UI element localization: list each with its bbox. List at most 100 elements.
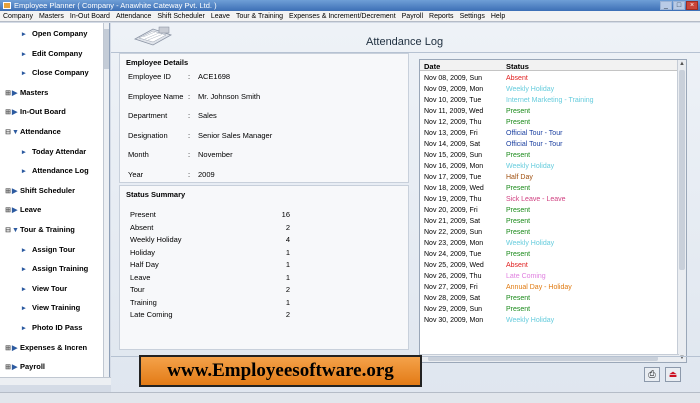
date-cell: Nov 30, 2009, Mon bbox=[424, 317, 484, 324]
status-cell: Present bbox=[506, 218, 531, 225]
sidebar-item-view-tour[interactable]: ▸ View Tour bbox=[0, 281, 104, 297]
expand-icon[interactable]: ⊞ bbox=[4, 203, 12, 218]
table-row[interactable]: Nov 23, 2009, Mon Weekly Holiday bbox=[420, 238, 679, 249]
table-row[interactable]: Nov 28, 2009, Sat Present bbox=[420, 293, 679, 304]
summary-row-late-coming: Late Coming 2 bbox=[130, 310, 290, 320]
column-header-status[interactable]: Status bbox=[506, 62, 529, 71]
sidebar-item-in-out-board[interactable]: ⊞▶ In-Out Board bbox=[0, 104, 104, 120]
table-row[interactable]: Nov 12, 2009, Thu Present bbox=[420, 117, 679, 128]
printer-icon[interactable]: ⎙ bbox=[644, 367, 660, 382]
minimize-icon[interactable]: _ bbox=[660, 1, 672, 10]
table-row[interactable]: Nov 29, 2009, Sun Present bbox=[420, 304, 679, 315]
date-cell: Nov 17, 2009, Tue bbox=[424, 174, 482, 181]
sidebar-hscrollbar[interactable] bbox=[0, 377, 111, 385]
table-row[interactable]: Nov 19, 2009, Thu Sick Leave - Leave bbox=[420, 194, 679, 205]
sidebar-item-label: Attendance bbox=[20, 127, 61, 136]
table-row[interactable]: Nov 10, 2009, Tue Internet Marketing - Tr… bbox=[420, 95, 679, 106]
menu-item-attendance[interactable]: Attendance bbox=[113, 11, 154, 21]
sidebar-item-view-training[interactable]: ▸ View Training bbox=[0, 300, 104, 316]
sidebar-item-photo-id-pass[interactable]: ▸ Photo ID Pass bbox=[0, 320, 104, 336]
table-row[interactable]: Nov 21, 2009, Sat Present bbox=[420, 216, 679, 227]
summary-label: Present bbox=[130, 210, 156, 219]
calendar-book-icon bbox=[134, 26, 172, 46]
table-row[interactable]: Nov 08, 2009, Sun Absent bbox=[420, 73, 679, 84]
summary-label: Holiday bbox=[130, 247, 156, 257]
sidebar-item-open-company[interactable]: ▸ Open Company bbox=[0, 26, 104, 42]
status-bar bbox=[0, 392, 700, 403]
sidebar-item-leave[interactable]: ⊞▶ Leave bbox=[0, 202, 104, 218]
expand-icon[interactable]: ⊞ bbox=[4, 341, 12, 356]
table-row[interactable]: Nov 22, 2009, Sun Present bbox=[420, 227, 679, 238]
menu-item-expenses-increment-decrement[interactable]: Expenses & Increment/Decrement bbox=[286, 11, 399, 21]
arrow-right-icon: ▸ bbox=[22, 325, 26, 332]
menu-item-settings[interactable]: Settings bbox=[457, 11, 488, 21]
table-row[interactable]: Nov 14, 2009, Sat Official Tour - Tour bbox=[420, 139, 679, 150]
exit-icon[interactable]: ⏏ bbox=[665, 367, 681, 382]
table-row[interactable]: Nov 26, 2009, Thu Late Coming bbox=[420, 271, 679, 282]
table-row[interactable]: Nov 11, 2009, Wed Present bbox=[420, 106, 679, 117]
sidebar-item-assign-tour[interactable]: ▸ Assign Tour bbox=[0, 242, 104, 258]
menu-item-masters[interactable]: Masters bbox=[36, 11, 67, 21]
table-row[interactable]: Nov 16, 2009, Mon Weekly Holiday bbox=[420, 161, 679, 172]
arrow-right-icon: ▸ bbox=[22, 266, 26, 274]
date-cell: Nov 19, 2009, Thu bbox=[424, 196, 482, 203]
sidebar-item-label: Attendance Log bbox=[32, 166, 89, 176]
sidebar-item-assign-training[interactable]: ▸ Assign Training bbox=[0, 261, 104, 277]
field-value: ACE1698 bbox=[198, 72, 231, 81]
menu-item-help[interactable]: Help bbox=[488, 11, 508, 21]
log-scroll-thumb[interactable] bbox=[679, 70, 685, 270]
summary-row-weekly-holiday: Weekly Holiday 4 bbox=[130, 235, 290, 245]
sidebar-item-tour-training[interactable]: ⊟▼Tour & Training bbox=[0, 222, 104, 238]
table-row[interactable]: Nov 09, 2009, Mon Weekly Holiday bbox=[420, 84, 679, 95]
summary-count: 16 bbox=[281, 210, 290, 219]
menu-item-payroll[interactable]: Payroll bbox=[399, 11, 426, 21]
date-cell: Nov 28, 2009, Sat bbox=[424, 295, 481, 302]
sidebar-item-masters[interactable]: ⊞▶ Masters bbox=[0, 85, 104, 101]
sidebar-item-payroll[interactable]: ⊞▶ Payroll bbox=[0, 359, 104, 375]
arrow-right-icon: ▸ bbox=[22, 50, 26, 58]
menu-item-tour-training[interactable]: Tour & Training bbox=[233, 11, 286, 21]
sidebar-item-attendance[interactable]: ⊟▼Attendance bbox=[0, 124, 104, 140]
field-label: Designation bbox=[128, 130, 168, 140]
website-banner[interactable]: www.Employeesoftware.org bbox=[139, 355, 422, 387]
menu-item-company[interactable]: Company bbox=[0, 11, 36, 21]
table-row[interactable]: Nov 17, 2009, Tue Half Day bbox=[420, 172, 679, 183]
sidebar-item-shift-scheduler[interactable]: ⊞▶ Shift Scheduler bbox=[0, 183, 104, 199]
maximize-icon[interactable]: □ bbox=[673, 1, 685, 10]
expand-icon[interactable]: ⊞ bbox=[4, 184, 12, 199]
arrow-right-icon: ▸ bbox=[22, 70, 26, 78]
menu-item-reports[interactable]: Reports bbox=[426, 11, 457, 21]
table-row[interactable]: Nov 20, 2009, Fri Present bbox=[420, 205, 679, 216]
table-row[interactable]: Nov 25, 2009, Wed Absent bbox=[420, 260, 679, 271]
sidebar-item-edit-company[interactable]: ▸ Edit Company bbox=[0, 46, 104, 62]
field-separator: : bbox=[188, 150, 191, 159]
menu-item-leave[interactable]: Leave bbox=[208, 11, 233, 21]
sidebar-item-attendance-log[interactable]: ▸ Attendance Log bbox=[0, 163, 104, 179]
expand-icon[interactable]: ⊞ bbox=[4, 86, 12, 101]
collapse-icon[interactable]: ⊟ bbox=[4, 125, 12, 140]
expand-icon[interactable]: ⊞ bbox=[4, 360, 12, 375]
scroll-up-icon[interactable]: ▲ bbox=[678, 60, 686, 68]
table-row[interactable]: Nov 24, 2009, Tue Present bbox=[420, 249, 679, 260]
table-row[interactable]: Nov 30, 2009, Mon Weekly Holiday bbox=[420, 315, 679, 326]
table-row[interactable]: Nov 18, 2009, Wed Present bbox=[420, 183, 679, 194]
expand-icon[interactable]: ⊞ bbox=[4, 105, 12, 120]
table-row[interactable]: Nov 15, 2009, Sun Present bbox=[420, 150, 679, 161]
sidebar-item-close-company[interactable]: ▸ Close Company bbox=[0, 65, 104, 81]
table-header: Date Status bbox=[420, 60, 679, 71]
chevron-down-icon: ▼ bbox=[12, 227, 19, 234]
chevron-right-icon: ▶ bbox=[12, 344, 18, 352]
column-header-date[interactable]: Date bbox=[424, 62, 440, 71]
collapse-icon[interactable]: ⊟ bbox=[4, 223, 12, 238]
table-row[interactable]: Nov 13, 2009, Fri Official Tour - Tour bbox=[420, 128, 679, 139]
menu-item-shift-scheduler[interactable]: Shift Scheduler bbox=[154, 11, 207, 21]
close-icon[interactable]: × bbox=[686, 1, 698, 10]
field-value: Senior Sales Manager bbox=[198, 130, 273, 140]
sidebar-item-today-attendar[interactable]: ▸ Today Attendar bbox=[0, 144, 104, 160]
sidebar-item-label: Leave bbox=[20, 205, 42, 215]
sidebar-item-expenses-incren[interactable]: ⊞▶ Expenses & Incren bbox=[0, 340, 104, 356]
menu-item-in-out-board[interactable]: In-Out Board bbox=[67, 11, 113, 21]
table-row[interactable]: Nov 27, 2009, Fri Annual Day - Holiday bbox=[420, 282, 679, 293]
summary-count: 1 bbox=[285, 297, 290, 307]
sidebar-scroll-thumb[interactable] bbox=[104, 29, 109, 69]
